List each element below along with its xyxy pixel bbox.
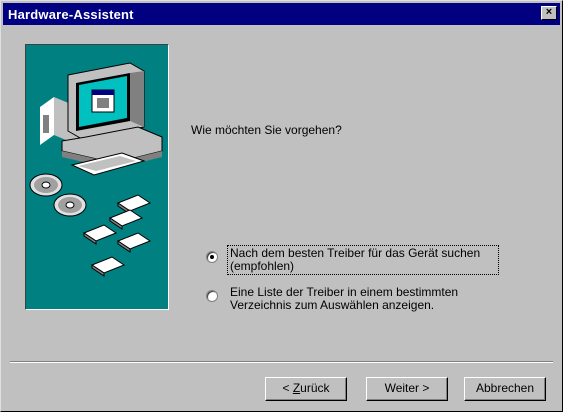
- option-label-line: Verzeichnis zum Auswählen anzeigen.: [230, 298, 435, 312]
- button-separator: [10, 361, 553, 363]
- back-button-rest: urück: [300, 381, 330, 395]
- next-button[interactable]: Weiter >: [366, 377, 448, 401]
- radio-search-best-driver[interactable]: [206, 251, 218, 263]
- window-title: Hardware-Assistent: [8, 6, 134, 22]
- option-choose-from-list-label[interactable]: Eine Liste der Treiber in einem bestimmt…: [227, 284, 499, 314]
- cancel-button[interactable]: Abbrechen: [464, 377, 546, 401]
- close-button[interactable]: ×: [541, 6, 557, 20]
- close-icon: ×: [545, 6, 553, 18]
- back-button-prefix: <: [282, 381, 293, 395]
- option-label-line: (empfohlen): [230, 259, 295, 273]
- back-button[interactable]: < Zurück: [265, 377, 347, 401]
- radio-choose-from-list[interactable]: [206, 290, 218, 302]
- option-choose-from-list[interactable]: Eine Liste der Treiber in einem bestimmt…: [206, 284, 499, 314]
- computer-with-cds-and-floppies-icon: [29, 62, 163, 277]
- wizard-question: Wie möchten Sie vorgehen?: [191, 123, 342, 137]
- title-bar[interactable]: Hardware-Assistent ×: [3, 3, 560, 25]
- option-search-best-driver-label[interactable]: Nach dem besten Treiber für das Gerät su…: [227, 245, 499, 275]
- wizard-window: Hardware-Assistent × Wie möchten Sie vor…: [0, 0, 563, 412]
- wizard-illustration: [25, 44, 169, 310]
- option-search-best-driver[interactable]: Nach dem besten Treiber für das Gerät su…: [206, 245, 499, 275]
